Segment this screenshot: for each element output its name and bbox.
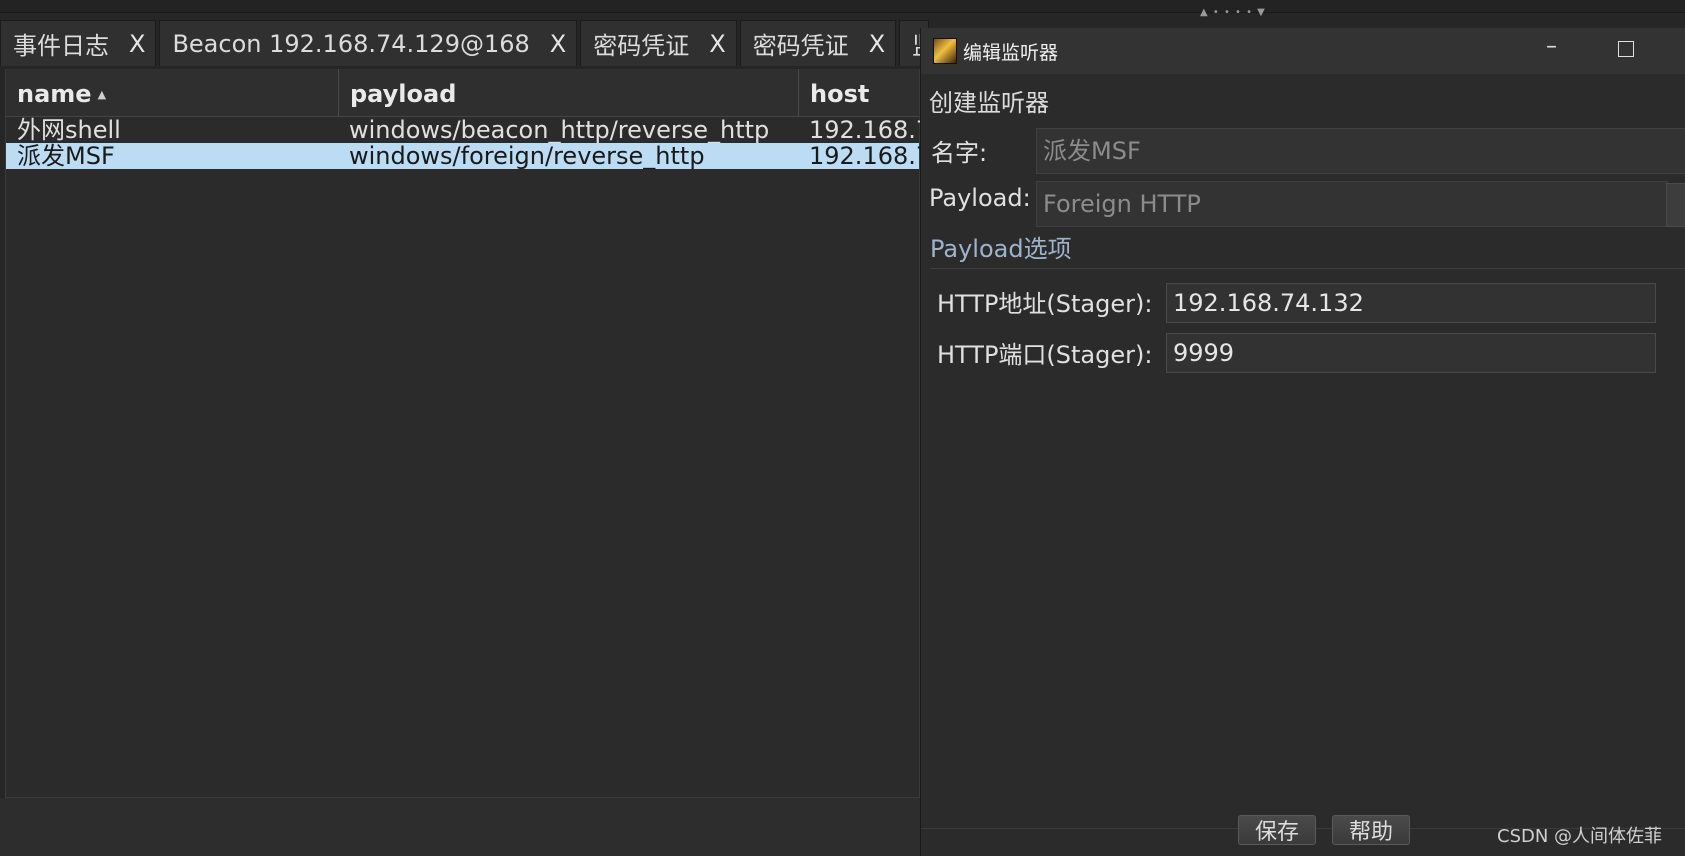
cell-name: 外网shell [17,117,121,143]
section-title: 创建监听器 [929,89,1049,117]
options-divider [930,268,1685,269]
table-header: name ▲ payload host [6,69,919,117]
chevron-down-icon[interactable] [1666,183,1685,227]
tab-credentials-2[interactable]: 密码凭证 X [739,20,897,66]
help-button[interactable]: 帮助 [1332,815,1410,845]
top-strip: ▲ • • • • ▼ [0,0,1685,18]
tab-label: 密码凭证 [752,32,849,60]
cell-payload: windows/beacon_http/reverse_http [349,117,770,143]
table-button-bar [0,798,920,856]
http-port-input[interactable]: 9999 [1166,333,1656,373]
tab-label: 事件日志 [13,32,109,60]
dialog-titlebar[interactable]: 编辑监听器 – [921,28,1685,74]
tab-label: 密码凭证 [593,32,690,60]
tab-close-icon[interactable]: X [550,30,566,58]
column-header-name[interactable]: name ▲ [6,69,339,116]
tab-credentials-1[interactable]: 密码凭证 X [580,20,737,66]
tab-close-icon[interactable]: X [869,30,885,58]
sort-ascending-icon: ▲ [97,88,107,101]
listeners-table: name ▲ payload host 外网shell windows/beaco… [5,69,921,798]
tab-bar: 事件日志 X Beacon 192.168.74.129@168 X 密码凭证 … [0,20,1040,68]
name-label: 名字: [931,139,988,167]
payload-label: Payload: [929,184,1031,212]
app-icon [933,38,957,64]
http-port-label: HTTP端口(Stager): [937,341,1153,369]
cell-host: 192.168.74 [809,117,921,143]
column-header-host[interactable]: host [799,69,921,116]
tab-label: Beacon 192.168.74.129@168 [172,29,530,58]
name-field[interactable]: 派发MSF [1036,128,1685,174]
table-row-selected[interactable]: 派发MSF windows/foreign/reverse_http 192.1… [6,143,921,169]
tab-close-icon[interactable]: X [129,30,145,58]
http-host-label: HTTP地址(Stager): [937,290,1153,318]
save-button[interactable]: 保存 [1238,815,1316,845]
dialog-title: 编辑监听器 [963,41,1059,64]
tab-beacon[interactable]: Beacon 192.168.74.129@168 X [159,20,578,66]
watermark: CSDN @人间体佐菲 [1497,826,1663,847]
edit-listener-dialog: 编辑监听器 – 创建监听器 名字: 派发MSF Payload: Foreign… [920,28,1685,856]
table-row[interactable]: 外网shell windows/beacon_http/reverse_http… [6,117,921,143]
payload-options-title: Payload选项 [930,235,1072,263]
tab-event-log[interactable]: 事件日志 X [0,20,157,66]
cell-payload: windows/foreign/reverse_http [349,143,705,169]
split-drag-handle[interactable]: ▲ • • • • ▼ [1200,8,1266,18]
cell-name: 派发MSF [17,143,115,169]
tab-close-icon[interactable]: X [709,30,725,58]
column-header-payload[interactable]: payload [339,69,799,116]
minimize-icon[interactable]: – [1546,34,1557,59]
payload-select[interactable]: Foreign HTTP [1036,181,1668,227]
maximize-icon[interactable] [1618,41,1634,57]
http-host-input[interactable]: 192.168.74.132 [1166,283,1656,323]
cell-host: 192.168.74 [809,143,921,169]
